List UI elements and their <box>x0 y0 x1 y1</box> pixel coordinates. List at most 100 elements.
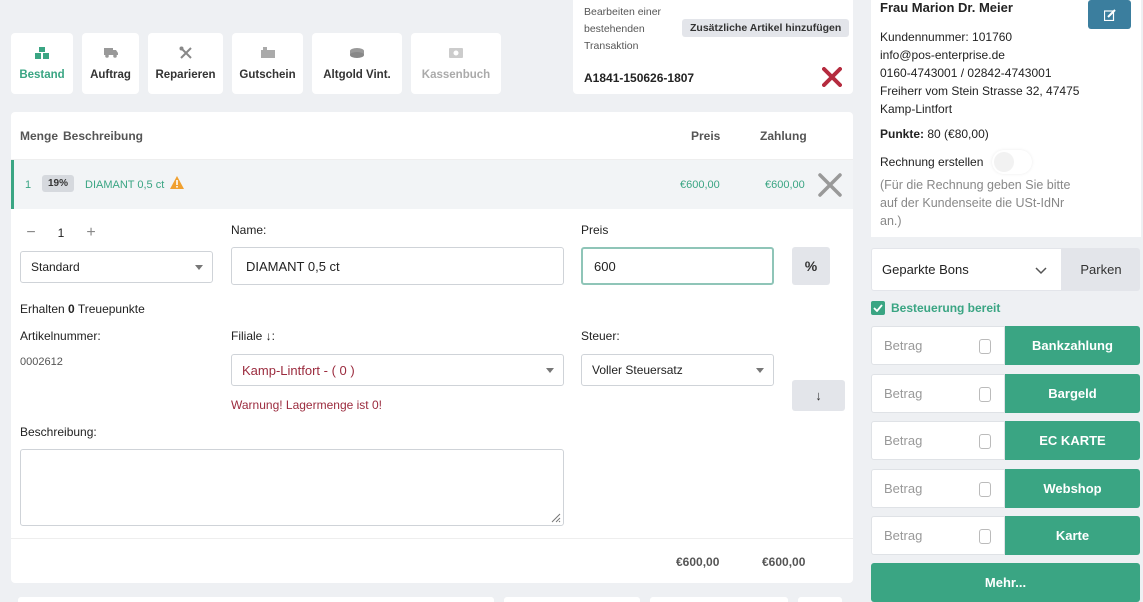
spinner-icon[interactable] <box>979 339 991 354</box>
total-price: €600,00 <box>676 555 720 569</box>
payment-row-cash: Betrag Bargeld <box>871 374 1140 413</box>
header-description: Beschreibung <box>63 129 144 143</box>
old-gold-button[interactable]: Altgold Vint. <box>312 33 402 94</box>
voucher-button[interactable]: Gutschein <box>232 33 303 94</box>
amount-input[interactable]: Betrag <box>871 374 1005 413</box>
points-value: 80 (€80,00) <box>927 127 989 141</box>
chevron-down-icon <box>1035 263 1047 278</box>
cash-book-label: Kassenbuch <box>421 68 491 81</box>
description-label: Beschreibung: <box>20 425 97 439</box>
cash-book-button[interactable]: Kassenbuch <box>411 33 501 94</box>
amount-placeholder: Betrag <box>884 481 923 496</box>
points-label: Punkte: <box>880 127 925 141</box>
more-payments-button[interactable]: Mehr... <box>871 563 1140 602</box>
price-type-select[interactable]: Standard <box>20 251 213 283</box>
customer-points: Punkte: 80 (€80,00) <box>880 127 989 141</box>
bottom-panel-strip <box>18 597 494 602</box>
amount-input[interactable]: Betrag <box>871 421 1005 460</box>
payment-row-bank: Betrag Bankzahlung <box>871 326 1140 365</box>
line-description: DIAMANT 0,5 ct <box>85 179 165 191</box>
cash-button[interactable]: Bargeld <box>1005 374 1140 413</box>
coins-icon <box>350 47 364 59</box>
article-number-label: Artikelnummer: <box>20 329 101 343</box>
customer-phone: 0160-4743001 / 02842-4743001 <box>880 66 1052 80</box>
order-button[interactable]: Auftrag <box>82 33 139 94</box>
description-textarea[interactable] <box>20 449 564 526</box>
action-toolbar: Bestand Auftrag Reparieren Gutschein Alt… <box>11 33 501 94</box>
gift-card-icon <box>260 47 275 59</box>
card-button[interactable]: Karte <box>1005 516 1140 555</box>
tax-select[interactable]: Voller Steuersatz <box>581 354 774 386</box>
invoice-toggle[interactable] <box>992 150 1032 174</box>
price-input[interactable]: 600 <box>581 247 774 285</box>
vat-badge: 19% <box>42 175 75 192</box>
add-articles-button[interactable]: Zusätzliche Artikel hinzufügen <box>682 19 850 37</box>
invoice-label: Rechnung erstellen <box>880 155 984 169</box>
remove-line-icon[interactable] <box>817 172 843 198</box>
name-input[interactable]: DIAMANT 0,5 ct <box>231 247 564 285</box>
quantity-value: 1 <box>57 226 65 240</box>
spinner-icon[interactable] <box>979 434 991 449</box>
quantity-stepper: − 1 + <box>20 222 102 244</box>
price-type-value: Standard <box>31 260 80 274</box>
customer-email: info@pos-enterprise.de <box>880 48 1005 62</box>
edit-customer-button[interactable] <box>1088 0 1131 29</box>
transaction-panel: Bearbeiten einer bestehenden Transaktion… <box>573 0 853 94</box>
name-label: Name: <box>231 223 267 237</box>
park-button[interactable]: Parken <box>1062 248 1140 291</box>
parked-receipts-select[interactable]: Geparkte Bons <box>871 248 1062 291</box>
tax-ready-checkbox[interactable]: Besteuerung bereit <box>871 301 1000 315</box>
cart-line-item[interactable]: 1 19% DIAMANT 0,5 ct €600,00 €600,00 <box>11 160 853 209</box>
amount-input[interactable]: Betrag <box>871 326 1005 365</box>
customer-name: Frau Marion Dr. Meier <box>880 0 1013 15</box>
header-qty: Menge <box>20 129 59 143</box>
chevron-down-icon <box>195 265 203 270</box>
repair-button[interactable]: Reparieren <box>148 33 223 94</box>
checkmark-icon <box>871 301 885 315</box>
branch-value: Kamp-Lintfort - ( 0 ) <box>242 362 355 378</box>
customer-city: Kamp-Lintfort <box>880 102 953 116</box>
stock-warning: Warnung! Lagermenge ist 0! <box>231 398 382 412</box>
transaction-id: A1841-150626-1807 <box>584 71 695 85</box>
stock-label: Bestand <box>19 68 65 81</box>
edit-transaction-label: Bearbeiten einer bestehenden Transaktion <box>584 6 662 52</box>
customer-street: Freiherr vom Stein Strasse 32, 47475 <box>880 84 1080 98</box>
spinner-icon[interactable] <box>979 482 991 497</box>
resize-grip-icon[interactable] <box>549 511 561 523</box>
bottom-panel-strip <box>650 597 788 602</box>
ec-card-button[interactable]: EC KARTE <box>1005 421 1140 460</box>
amount-placeholder: Betrag <box>884 338 923 353</box>
payment-row-card: Betrag Karte <box>871 516 1140 555</box>
amount-placeholder: Betrag <box>884 433 923 448</box>
discount-percent-button[interactable]: % <box>792 247 830 285</box>
cancel-transaction-icon[interactable] <box>822 67 842 87</box>
invoice-hint: (Für die Rechnung geben Sie bitte auf de… <box>880 178 1071 228</box>
stock-button[interactable]: Bestand <box>11 33 73 94</box>
name-value: DIAMANT 0,5 ct <box>246 258 340 274</box>
decrease-qty-button[interactable]: − <box>20 222 42 244</box>
webshop-button[interactable]: Webshop <box>1005 469 1140 508</box>
customer-number: Kundennummer: 101760 <box>880 30 1013 44</box>
total-payment: €600,00 <box>762 555 806 569</box>
customer-details: Kundennummer: 101760 info@pos-enterprise… <box>880 28 1110 118</box>
branch-select[interactable]: Kamp-Lintfort - ( 0 ) <box>231 354 564 386</box>
header-price: Preis <box>691 129 721 143</box>
amount-input[interactable]: Betrag <box>871 469 1005 508</box>
boxes-icon <box>35 46 49 59</box>
line-price: €600,00 <box>680 179 720 191</box>
amount-input[interactable]: Betrag <box>871 516 1005 555</box>
bank-transfer-button[interactable]: Bankzahlung <box>1005 326 1140 365</box>
cart-panel: Menge Beschreibung Preis Zahlung 1 19% D… <box>11 112 853 583</box>
increase-qty-button[interactable]: + <box>80 222 102 244</box>
tax-label: Steuer: <box>581 329 620 343</box>
loyalty-text: Erhalten 0 Treuepunkte <box>20 302 145 316</box>
chevron-down-icon <box>546 368 554 373</box>
cart-table-header: Menge Beschreibung Preis Zahlung <box>11 112 853 160</box>
spinner-icon[interactable] <box>979 387 991 402</box>
branch-label[interactable]: Filiale ↓: <box>231 329 275 343</box>
bottom-panel-strip <box>504 597 640 602</box>
spinner-icon[interactable] <box>979 529 991 544</box>
move-down-button[interactable]: ↓ <box>792 380 845 411</box>
tax-ready-label: Besteuerung bereit <box>891 301 1001 315</box>
edit-icon <box>1103 8 1116 21</box>
